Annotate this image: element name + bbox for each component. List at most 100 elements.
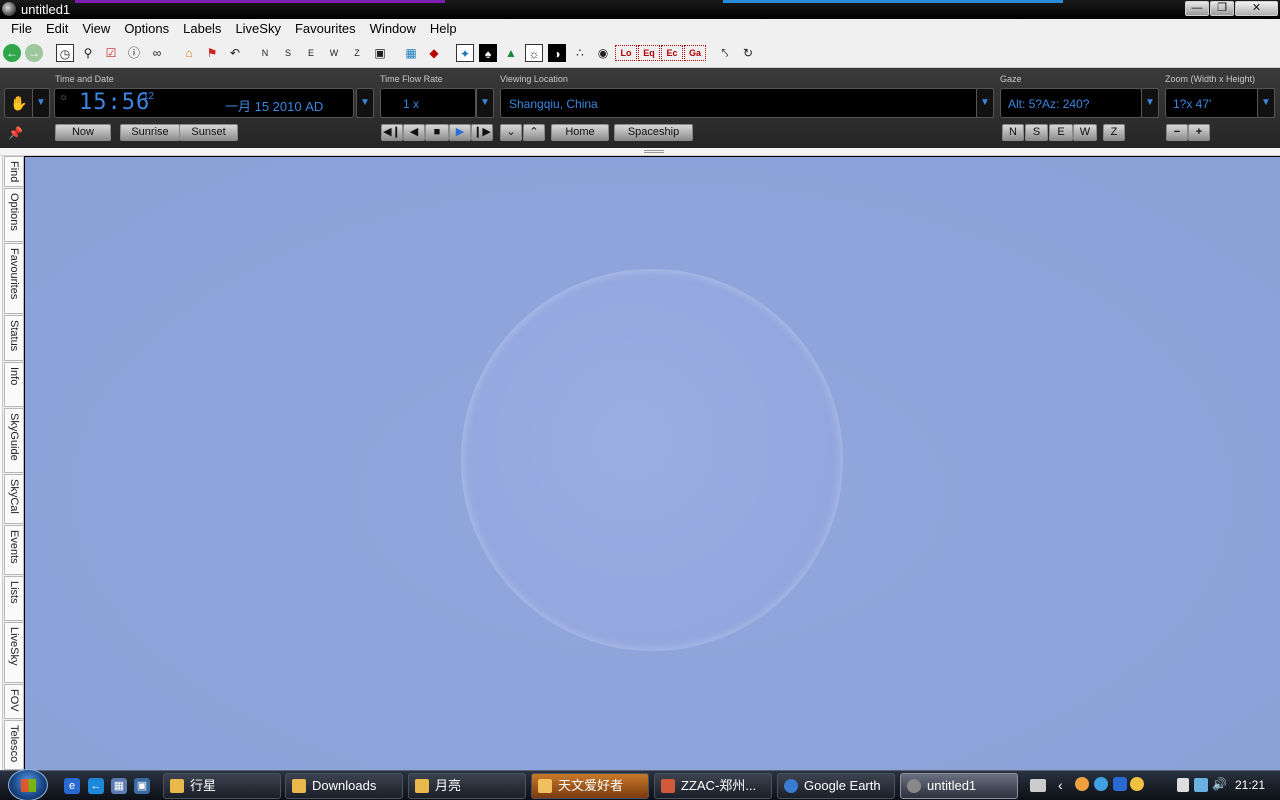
reverse-button[interactable]: ◀ xyxy=(403,124,425,141)
stars-icon[interactable]: ∴ xyxy=(571,44,589,62)
minimize-button[interactable]: — xyxy=(1185,1,1209,16)
tray-app-icon[interactable] xyxy=(1113,777,1127,791)
now-button[interactable]: Now xyxy=(55,124,111,141)
hand-tool-dropdown[interactable]: ▼ xyxy=(32,88,50,118)
sky-view[interactable] xyxy=(25,157,1280,770)
time-flow-display[interactable]: 1 x xyxy=(380,88,476,118)
tab-lists[interactable]: Lists xyxy=(4,576,23,621)
task-button[interactable]: 行星 xyxy=(163,773,281,799)
horizon-icon[interactable]: ⤣ xyxy=(716,44,734,62)
menu-window[interactable]: Window xyxy=(363,19,423,39)
undo-icon[interactable]: ↶ xyxy=(226,44,244,62)
tab-info[interactable]: Info xyxy=(4,362,23,407)
tab-options[interactable]: Options xyxy=(4,188,23,242)
stop-button[interactable]: ■ xyxy=(425,124,449,141)
tray-app-icon[interactable] xyxy=(1075,777,1089,791)
home-icon[interactable]: ⌂ xyxy=(180,44,198,62)
zoom-in-button[interactable]: + xyxy=(1188,124,1210,141)
grid-local-label[interactable]: Lo xyxy=(615,45,637,61)
menu-options[interactable]: Options xyxy=(117,19,176,39)
forward-icon[interactable]: → xyxy=(25,44,43,62)
gaze-east-button[interactable]: E xyxy=(1049,124,1073,141)
task-button[interactable]: 天文爱好者 xyxy=(531,773,649,799)
volume-icon[interactable]: 🔊 xyxy=(1212,777,1227,791)
spaceship-button[interactable]: Spaceship xyxy=(614,124,693,141)
elevation-down-button[interactable]: ⌄ xyxy=(500,124,522,141)
menu-labels[interactable]: Labels xyxy=(176,19,228,39)
sunrise-button[interactable]: Sunrise xyxy=(120,124,180,141)
zoom-dropdown[interactable]: ▼ xyxy=(1257,88,1275,118)
magnifier-icon[interactable]: ⚲ xyxy=(79,44,97,62)
look-east-icon[interactable]: E xyxy=(302,44,320,62)
clipboard-icon[interactable] xyxy=(1177,778,1189,792)
pin-icon[interactable]: 📌 xyxy=(8,126,23,140)
tray-app-icon[interactable] xyxy=(1094,777,1108,791)
back-icon[interactable]: ← xyxy=(3,44,21,62)
menu-edit[interactable]: Edit xyxy=(39,19,75,39)
stop-icon[interactable]: ▣ xyxy=(371,44,389,62)
play-button[interactable]: ▶ xyxy=(449,124,471,141)
maximize-button[interactable]: ❐ xyxy=(1210,1,1234,16)
location-dropdown[interactable]: ▼ xyxy=(976,88,994,118)
tab-find[interactable]: Find xyxy=(4,156,23,187)
diamond-icon[interactable]: ◆ xyxy=(425,44,443,62)
menu-favourites[interactable]: Favourites xyxy=(288,19,363,39)
location-display[interactable]: Shangqiu, China xyxy=(500,88,978,118)
splitter-grip[interactable] xyxy=(644,150,664,153)
quicklaunch-app-icon[interactable]: ← xyxy=(88,778,104,794)
grid-equatorial-label[interactable]: Eq xyxy=(638,45,660,61)
task-button[interactable]: Google Earth xyxy=(777,773,895,799)
constellation-icon[interactable]: ✦ xyxy=(456,44,474,62)
panel-splitter[interactable] xyxy=(0,148,1280,156)
zoom-out-button[interactable]: − xyxy=(1166,124,1188,141)
home-button[interactable]: Home xyxy=(551,124,609,141)
system-clock[interactable]: 21:21 xyxy=(1235,778,1265,792)
close-button[interactable]: ✕ xyxy=(1235,1,1278,16)
chevron-left-icon[interactable]: ‹ xyxy=(1058,777,1063,793)
mountain-icon[interactable]: ▲ xyxy=(502,44,520,62)
menu-help[interactable]: Help xyxy=(423,19,464,39)
show-desktop-icon[interactable]: ▣ xyxy=(134,778,150,794)
moon[interactable] xyxy=(461,269,843,651)
tab-status[interactable]: Status xyxy=(4,315,23,361)
menu-livesky[interactable]: LiveSky xyxy=(228,19,288,39)
network-icon[interactable] xyxy=(1194,778,1208,792)
gaze-zenith-button[interactable]: Z xyxy=(1103,124,1125,141)
gaze-display[interactable]: Alt: 5?Az: 240? xyxy=(1000,88,1142,118)
grid-ecliptic-label[interactable]: Ec xyxy=(661,45,683,61)
tab-fov[interactable]: FOV xyxy=(4,684,23,719)
image-icon[interactable]: ▦ xyxy=(402,44,420,62)
quicklaunch-explorer-icon[interactable]: ▦ xyxy=(111,778,127,794)
task-button[interactable]: ZZAC-郑州... xyxy=(654,773,772,799)
grid-galactic-label[interactable]: Ga xyxy=(684,45,706,61)
tab-skycal[interactable]: SkyCal xyxy=(4,474,23,524)
task-button[interactable]: untitled1 xyxy=(900,773,1018,799)
flag-icon[interactable]: ⚑ xyxy=(203,44,221,62)
zoom-display[interactable]: 1?x 47' xyxy=(1165,88,1259,118)
start-button[interactable] xyxy=(8,769,48,800)
gaze-west-button[interactable]: W xyxy=(1073,124,1097,141)
look-south-icon[interactable]: S xyxy=(279,44,297,62)
menu-view[interactable]: View xyxy=(75,19,117,39)
gaze-north-button[interactable]: N xyxy=(1002,124,1024,141)
app-icon[interactable] xyxy=(2,2,16,16)
binoculars-icon[interactable]: ∞ xyxy=(148,44,166,62)
info-icon[interactable]: ⓘ xyxy=(125,44,143,62)
step-back-button[interactable]: ◀❙ xyxy=(381,124,403,141)
tab-telescope[interactable]: Telesco xyxy=(4,720,23,770)
look-zenith-icon[interactable]: Z xyxy=(348,44,366,62)
elevation-up-button[interactable]: ⌃ xyxy=(523,124,545,141)
tab-favourites[interactable]: Favourites xyxy=(4,243,23,314)
step-forward-button[interactable]: ❙▶ xyxy=(471,124,493,141)
keyboard-icon[interactable] xyxy=(1030,779,1046,792)
task-button[interactable]: Downloads xyxy=(285,773,403,799)
checklist-icon[interactable]: ☑ xyxy=(102,44,120,62)
tab-events[interactable]: Events xyxy=(4,525,23,575)
hand-tool-icon[interactable]: ✋ xyxy=(4,88,34,118)
tab-livesky[interactable]: LiveSky xyxy=(4,622,23,683)
gaze-dropdown[interactable]: ▼ xyxy=(1141,88,1159,118)
time-flow-dropdown[interactable]: ▼ xyxy=(476,88,494,118)
moon-phase-icon[interactable]: ◑ xyxy=(548,44,566,62)
rotate-icon[interactable]: ↻ xyxy=(739,44,757,62)
gaze-south-button[interactable]: S xyxy=(1025,124,1048,141)
